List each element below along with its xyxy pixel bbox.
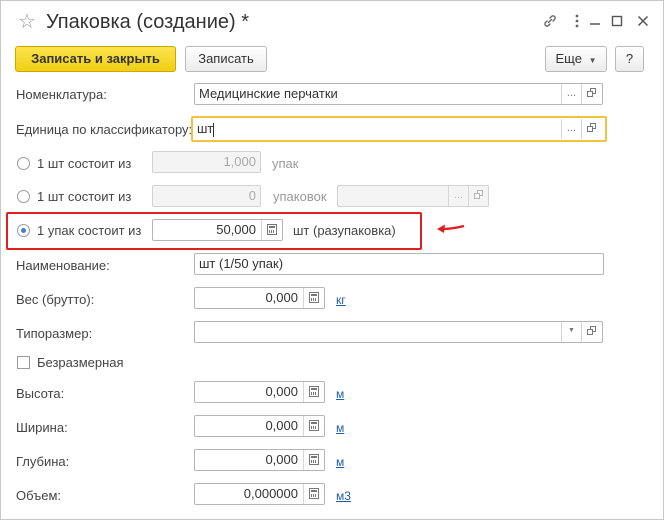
weight-calculator-button[interactable] <box>303 288 323 308</box>
height-unit-link[interactable]: м <box>336 387 344 401</box>
help-button[interactable]: ? <box>615 46 644 72</box>
volume-value: 0,000000 <box>243 486 298 501</box>
window-title: Упаковка (создание) * <box>46 11 249 33</box>
depth-calculator-button[interactable] <box>303 450 323 470</box>
radio2-package-open-button <box>468 186 488 206</box>
open-icon <box>587 88 597 98</box>
calculator-icon <box>309 386 319 397</box>
nomenclature-field[interactable]: Медицинские перчатки <box>194 83 603 105</box>
height-value: 0,000 <box>265 384 298 399</box>
radio3-value: 50,000 <box>216 222 256 237</box>
name-field[interactable]: шт (1/50 упак) <box>194 253 604 275</box>
radio3-calculator-button[interactable] <box>261 220 281 240</box>
radio-pieces-to-packages[interactable] <box>17 157 30 170</box>
open-icon <box>587 123 597 133</box>
size-type-label: Типоразмер: <box>16 326 93 341</box>
volume-calculator-button[interactable] <box>303 484 323 504</box>
unit-open-button[interactable] <box>581 119 601 139</box>
unit-select-button[interactable]: ... <box>561 119 581 139</box>
radio2-unit: упаковок <box>273 189 327 204</box>
volume-label: Объем: <box>16 488 62 503</box>
chevron-down-icon: ▼ <box>588 56 597 65</box>
nomenclature-value: Медицинские перчатки <box>199 86 338 101</box>
radio2-value: 0 <box>248 188 256 203</box>
calculator-icon <box>309 488 319 499</box>
depth-label: Глубина: <box>16 454 70 469</box>
radio2-label: 1 шт состоит из <box>37 189 132 204</box>
text-cursor <box>213 122 215 137</box>
save-and-close-button[interactable]: Записать и закрыть <box>15 46 176 72</box>
unit-field[interactable]: шт <box>191 116 607 142</box>
radio2-package-select-button: ... <box>448 186 468 206</box>
depth-unit-link[interactable]: м <box>336 455 344 469</box>
favorite-star-icon[interactable]: ☆ <box>18 12 36 32</box>
radio1-unit: упак <box>272 156 299 171</box>
radio-packages-to-pieces[interactable] <box>17 224 30 237</box>
save-button[interactable]: Записать <box>185 46 267 72</box>
name-label: Наименование: <box>16 258 110 273</box>
width-unit-link[interactable]: м <box>336 421 344 435</box>
close-icon[interactable] <box>634 13 652 31</box>
nomenclature-label: Номенклатура: <box>16 87 107 102</box>
radio3-label: 1 упак состоит из <box>37 223 142 238</box>
width-label: Ширина: <box>16 420 68 435</box>
radio1-quantity-field: 1,000 <box>152 151 261 173</box>
height-label: Высота: <box>16 386 65 401</box>
radio-pieces-to-packagings[interactable] <box>17 190 30 203</box>
radio2-quantity-field: 0 <box>152 185 261 207</box>
size-type-dropdown-button[interactable]: ▼ <box>561 322 581 342</box>
dimensionless-label: Безразмерная <box>37 355 124 370</box>
width-value: 0,000 <box>265 418 298 433</box>
size-type-open-button[interactable] <box>581 322 601 342</box>
calculator-icon <box>267 224 277 235</box>
radio1-label: 1 шт состоит из <box>37 156 132 171</box>
maximize-icon[interactable] <box>608 13 626 31</box>
unit-value: шт <box>197 121 214 136</box>
volume-unit-link[interactable]: м3 <box>336 489 351 503</box>
more-actions-icon[interactable] <box>568 13 586 31</box>
dimensionless-checkbox[interactable] <box>17 356 30 369</box>
open-icon <box>587 326 597 336</box>
name-value: шт (1/50 упак) <box>199 256 284 271</box>
more-button[interactable]: Еще ▼ <box>545 46 607 72</box>
more-button-label: Еще <box>555 51 582 66</box>
unit-label: Единица по классификатору: <box>16 122 193 137</box>
radio3-unit: шт (разупаковка) <box>293 223 396 238</box>
nomenclature-open-button[interactable] <box>581 84 601 104</box>
radio1-value: 1,000 <box>223 154 256 169</box>
calculator-icon <box>309 420 319 431</box>
size-type-field[interactable] <box>194 321 603 343</box>
height-calculator-button[interactable] <box>303 382 323 402</box>
red-arrow-icon <box>436 222 466 237</box>
open-icon <box>474 190 484 200</box>
width-calculator-button[interactable] <box>303 416 323 436</box>
weight-unit-link[interactable]: кг <box>336 293 346 307</box>
calculator-icon <box>309 292 319 303</box>
nomenclature-select-button[interactable]: ... <box>561 84 581 104</box>
weight-label: Вес (брутто): <box>16 292 95 307</box>
calculator-icon <box>309 454 319 465</box>
depth-value: 0,000 <box>265 452 298 467</box>
weight-value: 0,000 <box>265 290 298 305</box>
minimize-icon[interactable] <box>586 13 604 31</box>
link-icon[interactable] <box>541 13 559 31</box>
